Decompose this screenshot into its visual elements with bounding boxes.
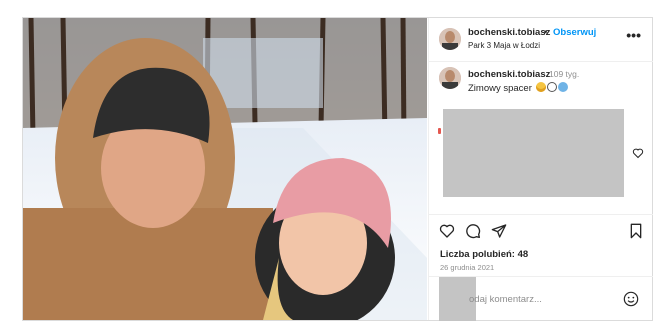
location-link[interactable]: Park 3 Maja w Łodzi [468, 41, 540, 50]
more-options-icon[interactable]: ••• [626, 28, 641, 42]
comment-icon[interactable] [465, 223, 481, 239]
avatar[interactable] [439, 67, 461, 89]
caption-username[interactable]: bochenski.tobiasz [468, 69, 550, 80]
action-bar [429, 214, 653, 248]
caption-time-ago: 109 tyg. [549, 69, 580, 79]
post-header: bochenski.tobiasz • Obserwuj Park 3 Maja… [429, 18, 653, 62]
heart-icon[interactable] [439, 223, 455, 239]
post-photo[interactable] [23, 18, 427, 320]
comment-like-heart-icon[interactable] [632, 147, 644, 159]
smiling-face-with-sunglasses-icon [535, 82, 546, 92]
red-marker [438, 128, 441, 134]
follow-button[interactable]: Obserwuj [553, 27, 596, 38]
image-placeholder-box [443, 109, 624, 197]
emoji-picker-icon[interactable] [623, 291, 639, 307]
bookmark-icon[interactable] [628, 223, 644, 239]
snowman-icon [546, 82, 557, 92]
share-icon[interactable] [491, 223, 507, 239]
likes-count[interactable]: Liczba polubień: 48 [440, 249, 528, 260]
post-side-panel: bochenski.tobiasz • Obserwuj Park 3 Maja… [428, 18, 653, 321]
comment-bar [429, 276, 653, 321]
cold-face-icon [557, 82, 568, 92]
separator-dot: • [544, 27, 548, 38]
caption-text-content: Zimowy spacer [468, 83, 532, 94]
caption-text: Zimowy spacer [468, 82, 568, 94]
comment-input[interactable] [469, 291, 609, 307]
username-link[interactable]: bochenski.tobiasz [468, 27, 550, 38]
post-date: 26 grudnia 2021 [440, 263, 495, 272]
avatar[interactable] [439, 28, 461, 50]
post-frame: bochenski.tobiasz • Obserwuj Park 3 Maja… [22, 17, 653, 321]
